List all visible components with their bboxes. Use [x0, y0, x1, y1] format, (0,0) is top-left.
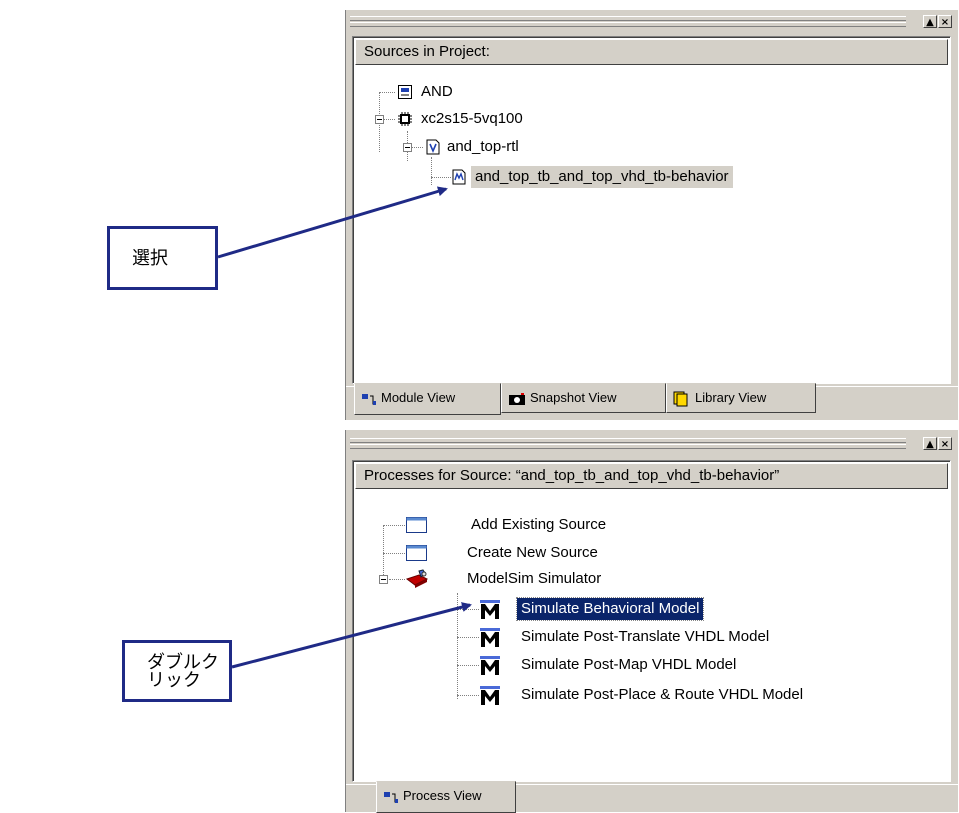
tab-snapshot-view[interactable]: Snapshot View — [501, 383, 666, 413]
project-icon — [398, 85, 412, 99]
tab-library-view[interactable]: Library View — [666, 383, 816, 413]
tools-icon — [405, 569, 429, 588]
process-label: Add Existing Source — [471, 516, 607, 533]
camera-icon — [509, 392, 525, 405]
tab-label: Process View — [403, 788, 482, 803]
close-button[interactable]: × — [938, 15, 952, 28]
process-label: Create New Source — [467, 544, 598, 561]
chip-icon — [398, 112, 412, 126]
sources-tree-pane: Sources in Project: AND xc2s15-5vq100 an… — [352, 36, 951, 384]
tree-item-label: and_top-rtl — [447, 138, 519, 155]
tab-label: Library View — [695, 390, 767, 405]
tree-item-label: xc2s15-5vq100 — [421, 110, 523, 127]
callout-double-click: ダブルクリック — [122, 640, 232, 702]
process-label: Simulate Post-Translate VHDL Model — [521, 628, 770, 645]
tab-process-view[interactable]: Process View — [376, 781, 516, 813]
testbench-icon — [452, 169, 466, 185]
tab-module-view[interactable]: Module View — [354, 383, 501, 415]
collapse-toggle[interactable] — [379, 575, 388, 584]
modelsim-icon — [480, 686, 500, 705]
modelsim-icon — [480, 628, 500, 647]
collapse-toggle[interactable] — [403, 143, 412, 152]
process-label-selected: Simulate Behavioral Model — [515, 597, 705, 621]
tree-item-label-selected: and_top_tb_and_top_vhd_tb-behavior — [471, 166, 733, 188]
tab-label: Snapshot View — [530, 390, 617, 405]
tree-item-label: AND — [421, 83, 453, 100]
process-label: Simulate Post-Map VHDL Model — [521, 656, 737, 673]
tab-label: Module View — [381, 390, 456, 405]
close-button[interactable]: × — [938, 437, 952, 450]
restore-button[interactable]: ▲ — [923, 15, 937, 28]
vhdl-file-icon — [426, 139, 440, 155]
module-view-icon — [362, 393, 376, 405]
panel-grip[interactable] — [350, 16, 906, 27]
sources-header: Sources in Project: — [355, 39, 948, 65]
library-icon — [673, 391, 688, 407]
process-view-icon — [384, 791, 398, 803]
modelsim-icon — [480, 600, 500, 619]
panel-grip[interactable] — [350, 438, 906, 449]
processes-panel: ▲ × Processes for Source: “and_top_tb_an… — [345, 430, 958, 813]
restore-button[interactable]: ▲ — [923, 437, 937, 450]
processes-header: Processes for Source: “and_top_tb_and_to… — [355, 463, 948, 489]
window-icon — [406, 517, 427, 533]
process-label: ModelSim Simulator — [467, 570, 602, 587]
processes-tree-pane: Processes for Source: “and_top_tb_and_to… — [352, 460, 951, 782]
process-label: Simulate Post-Place & Route VHDL Model — [521, 686, 804, 703]
callout-select: 選択 — [107, 226, 218, 290]
window-icon — [406, 545, 427, 561]
sources-panel: ▲ × Sources in Project: AND xc2s15-5vq10… — [345, 10, 958, 420]
modelsim-icon — [480, 656, 500, 675]
collapse-toggle[interactable] — [375, 115, 384, 124]
